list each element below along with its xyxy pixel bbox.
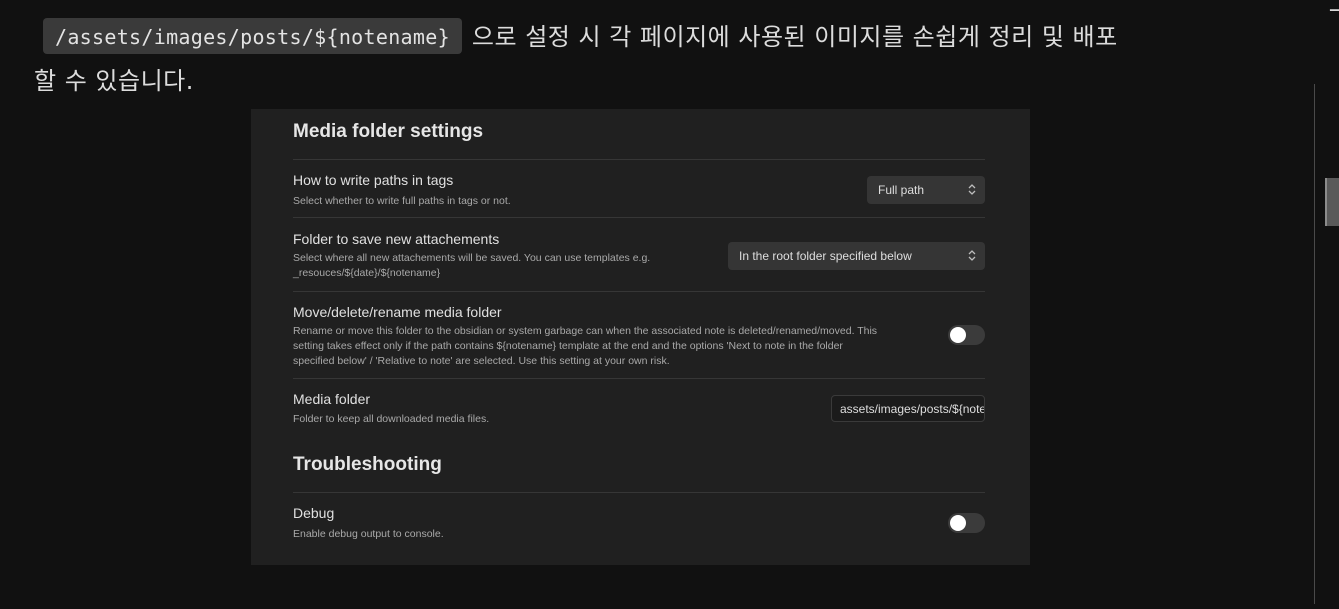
intro-paragraph: /assets/images/posts/${notename} 으로 설정 시 … [34,16,1254,102]
debug-toggle[interactable] [948,513,985,533]
troubleshooting-heading: Troubleshooting [293,454,442,475]
save-attachments-desc-line2: _resouces/${date}/${notename} [293,267,441,279]
save-attachments-desc-line1: Select where all new attachements will b… [293,252,651,264]
move-folder-toggle[interactable] [948,325,985,345]
intro-text: 으로 설정 시 각 페이지에 사용된 이미지를 손쉽게 정리 및 배포 [471,23,1118,51]
divider [293,378,985,379]
save-attachments-name: Folder to save new attachements [293,231,500,247]
toggle-knob [950,327,966,343]
save-attachments-dropdown[interactable]: In the root folder specified below [728,242,985,270]
toggle-knob [950,515,966,531]
page-divider-line [1314,84,1315,604]
intro-text-line2: 할 수 있습니다. [34,67,194,95]
divider [293,217,985,218]
media-folder-input[interactable] [831,395,985,422]
debug-name: Debug [293,505,335,521]
debug-desc: Enable debug output to console. [293,528,444,540]
paths-in-tags-desc: Select whether to write full paths in ta… [293,195,511,207]
move-folder-desc-line3: specified below' / 'Relative to note' ar… [293,355,670,367]
divider [293,492,985,493]
move-folder-desc-line1: Rename or move this folder to the obsidi… [293,325,878,337]
paths-in-tags-dropdown[interactable]: Full path [867,176,985,204]
divider [293,291,985,292]
media-folder-desc: Folder to keep all downloaded media file… [293,413,490,425]
chevron-updown-icon [968,250,976,261]
save-attachments-selected: In the root folder specified below [739,249,912,263]
move-folder-desc-line2: setting takes effect only if the path co… [293,340,843,352]
paths-in-tags-name: How to write paths in tags [293,172,454,188]
media-folder-settings-heading: Media folder settings [293,121,484,142]
chevron-updown-icon [968,184,976,195]
scrollbar-thumb[interactable] [1325,178,1339,226]
media-folder-name: Media folder [293,391,371,407]
paths-in-tags-selected: Full path [878,183,925,197]
divider [293,159,985,160]
inline-code: /assets/images/posts/${notename} [43,18,462,54]
settings-panel: Media folder settings How to write paths… [251,109,1030,565]
page: /assets/images/posts/${notename} 으로 설정 시 … [0,0,1339,609]
edge-heading-glyph: ᄀ [1326,6,1339,36]
move-folder-name: Move/delete/rename media folder [293,304,502,320]
